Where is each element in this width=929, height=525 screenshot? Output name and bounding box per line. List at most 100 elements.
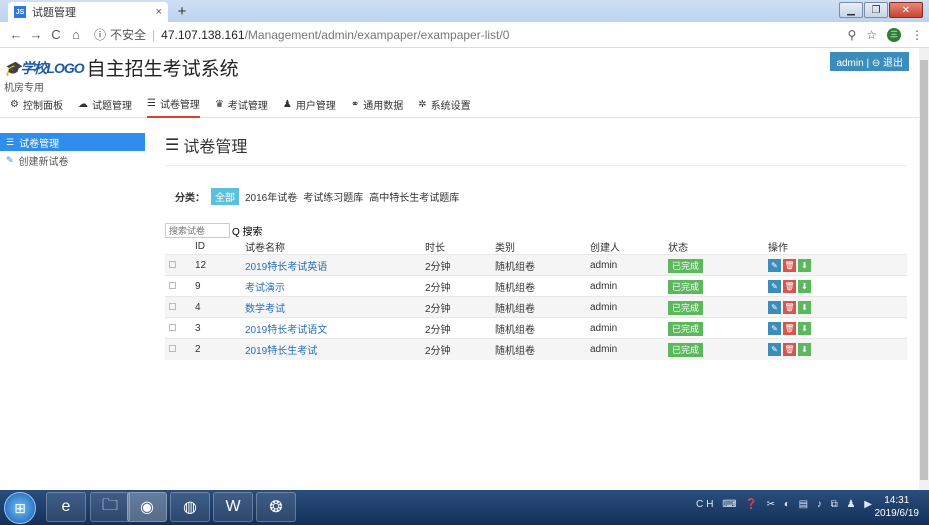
row-checkbox[interactable]	[169, 260, 176, 268]
download-button[interactable]: ⬇	[798, 258, 811, 272]
menu-questions[interactable]: ☁ 试题管理	[78, 92, 132, 118]
row-type: 随机组卷	[495, 317, 590, 339]
download-button[interactable]: ⬇	[798, 279, 811, 293]
new-tab-button[interactable]: +	[172, 3, 192, 20]
start-button[interactable]: ⊞	[4, 492, 36, 524]
firefox-icon[interactable]: ◍	[170, 492, 210, 522]
table-row: 12 2019特长考试英语 2分钟 随机组卷 admin 已完成 ✎ 🗑 ⬇	[165, 254, 907, 276]
forward-icon[interactable]: →	[26, 27, 46, 42]
delete-button[interactable]: 🗑	[783, 279, 796, 293]
row-duration: 2分钟	[425, 317, 495, 339]
filter-label: 分类：	[175, 193, 205, 204]
category-highschool[interactable]: 高中特长生考试题库	[369, 189, 459, 204]
user-icon: ♟	[282, 99, 292, 110]
browser-tab[interactable]: JS 试题管理 ×	[8, 2, 168, 22]
browser-tabstrip: JS 试题管理 × + ▁ ❐ ✕	[0, 0, 929, 22]
clock[interactable]: 14:31 2019/6/19	[875, 494, 920, 520]
ie-icon[interactable]: e	[46, 492, 86, 522]
word-icon[interactable]: W	[213, 492, 253, 522]
menu-settings[interactable]: ✲ 系统设置	[418, 92, 470, 118]
reload-icon[interactable]: C	[46, 27, 66, 42]
col-name: 试卷名称	[245, 243, 285, 254]
paper-table: ID 试卷名称 时长 类别 创建人 状态 操作 12 2019特长考试英语 2分…	[165, 239, 907, 360]
close-tab-icon[interactable]: ×	[156, 6, 162, 18]
row-name-link[interactable]: 考试演示	[245, 283, 285, 294]
table-row: 3 2019特长考试语文 2分钟 随机组卷 admin 已完成 ✎ 🗑 ⬇	[165, 317, 907, 339]
list-icon: ☰	[146, 98, 156, 109]
delete-button[interactable]: 🗑	[783, 258, 796, 272]
info-icon[interactable]: ⓘ	[94, 26, 106, 43]
search-button[interactable]: Q 搜索	[232, 223, 263, 238]
table-row: 2 2019特长生考试 2分钟 随机组卷 admin 已完成 ✎ 🗑 ⬇	[165, 338, 907, 360]
edit-button[interactable]: ✎	[768, 342, 781, 356]
bookmark-star-icon[interactable]: ☆	[866, 28, 877, 42]
delete-button[interactable]: 🗑	[783, 300, 796, 314]
home-icon[interactable]: ⌂	[66, 27, 86, 42]
search-input[interactable]	[165, 223, 230, 238]
explorer-icon[interactable]: 🗀	[90, 492, 130, 522]
trophy-icon: ♛	[214, 99, 224, 110]
col-type: 类别	[495, 243, 515, 254]
list-icon: ☰	[165, 137, 180, 154]
col-check	[165, 239, 195, 255]
row-checkbox[interactable]	[169, 302, 176, 310]
page: 🎓学校LOGO 自主招生考试系统 机房专用 admin | ⊖ 退出 ⚙ 控制面板…	[0, 48, 919, 490]
delete-button[interactable]: 🗑	[783, 342, 796, 356]
row-duration: 2分钟	[425, 254, 495, 276]
edit-button[interactable]: ✎	[768, 279, 781, 293]
row-checkbox[interactable]	[169, 281, 176, 289]
scrollbar-thumb[interactable]	[920, 60, 928, 480]
url-host: 47.107.138.161	[161, 27, 245, 42]
url-field[interactable]: ⓘ 不安全 | 47.107.138.161 /Management/admin…	[94, 26, 509, 43]
row-name-link[interactable]: 2019特长生考试	[245, 346, 317, 357]
row-creator: admin	[590, 317, 668, 339]
col-duration: 时长	[425, 243, 445, 254]
download-button[interactable]: ⬇	[798, 300, 811, 314]
download-button[interactable]: ⬇	[798, 321, 811, 335]
row-id: 4	[195, 296, 245, 318]
menu-dashboard[interactable]: ⚙ 控制面板	[10, 92, 63, 118]
security-label: 不安全	[110, 28, 147, 42]
menu-papers[interactable]: ☰ 试卷管理	[146, 92, 200, 118]
col-actions: 操作	[768, 243, 788, 254]
browser-menu-icon[interactable]: ⋮	[911, 28, 923, 42]
row-name-link[interactable]: 2019特长考试英语	[245, 262, 327, 273]
col-id: ID	[195, 241, 205, 252]
edit-button[interactable]: ✎	[768, 258, 781, 272]
profile-avatar[interactable]: 三	[887, 27, 901, 42]
sidebar-item-create-paper[interactable]: ✎ 创建新试卷	[0, 151, 145, 169]
edit-button[interactable]: ✎	[768, 321, 781, 335]
back-icon[interactable]: ←	[6, 27, 26, 42]
site-logo: 🎓学校LOGO 自主招生考试系统	[4, 54, 239, 81]
row-checkbox[interactable]	[169, 323, 176, 331]
delete-button[interactable]: 🗑	[783, 321, 796, 335]
chrome-icon[interactable]: ◉	[127, 492, 167, 522]
address-bar: ← → C ⌂ ⓘ 不安全 | 47.107.138.161 /Manageme…	[0, 22, 929, 48]
app-icon[interactable]: ❂	[256, 492, 296, 522]
row-type: 随机组卷	[495, 254, 590, 276]
row-creator: admin	[590, 254, 668, 276]
maximize-button[interactable]: ❐	[864, 2, 888, 18]
list-icon: ☰	[6, 136, 15, 147]
page-scrollbar[interactable]	[919, 48, 929, 490]
menu-exams[interactable]: ♛ 考试管理	[215, 92, 268, 118]
minimize-button[interactable]: ▁	[839, 2, 863, 18]
row-checkbox[interactable]	[169, 344, 176, 352]
edit-button[interactable]: ✎	[768, 300, 781, 314]
row-name-link[interactable]: 2019特长考试语文	[245, 325, 327, 336]
taskbar: ⊞ e 🗀 ◉ ◍ W ❂ CH ⌨ ❓ ✂ ◐ ▤ ♪ ⧉ ♟ ▶ 14:31…	[0, 490, 929, 525]
sidebar-item-paper-management[interactable]: ☰ 试卷管理	[0, 133, 145, 151]
menu-users[interactable]: ♟ 用户管理	[283, 92, 336, 118]
close-window-button[interactable]: ✕	[889, 2, 923, 18]
download-button[interactable]: ⬇	[798, 342, 811, 356]
row-name-link[interactable]: 数学考试	[245, 304, 285, 315]
user-logout[interactable]: admin | ⊖ 退出	[830, 52, 909, 71]
zoom-icon[interactable]: ⚲	[847, 28, 856, 42]
menu-common-data[interactable]: ⚭ 通用数据	[351, 92, 403, 118]
row-type: 随机组卷	[495, 338, 590, 360]
page-title: ☰ 试卷管理	[165, 133, 907, 166]
col-creator: 创建人	[590, 243, 620, 254]
category-practice[interactable]: 考试练习题库	[303, 189, 363, 204]
category-2016[interactable]: 2016年试卷	[245, 189, 297, 204]
category-all[interactable]: 全部	[211, 188, 239, 205]
